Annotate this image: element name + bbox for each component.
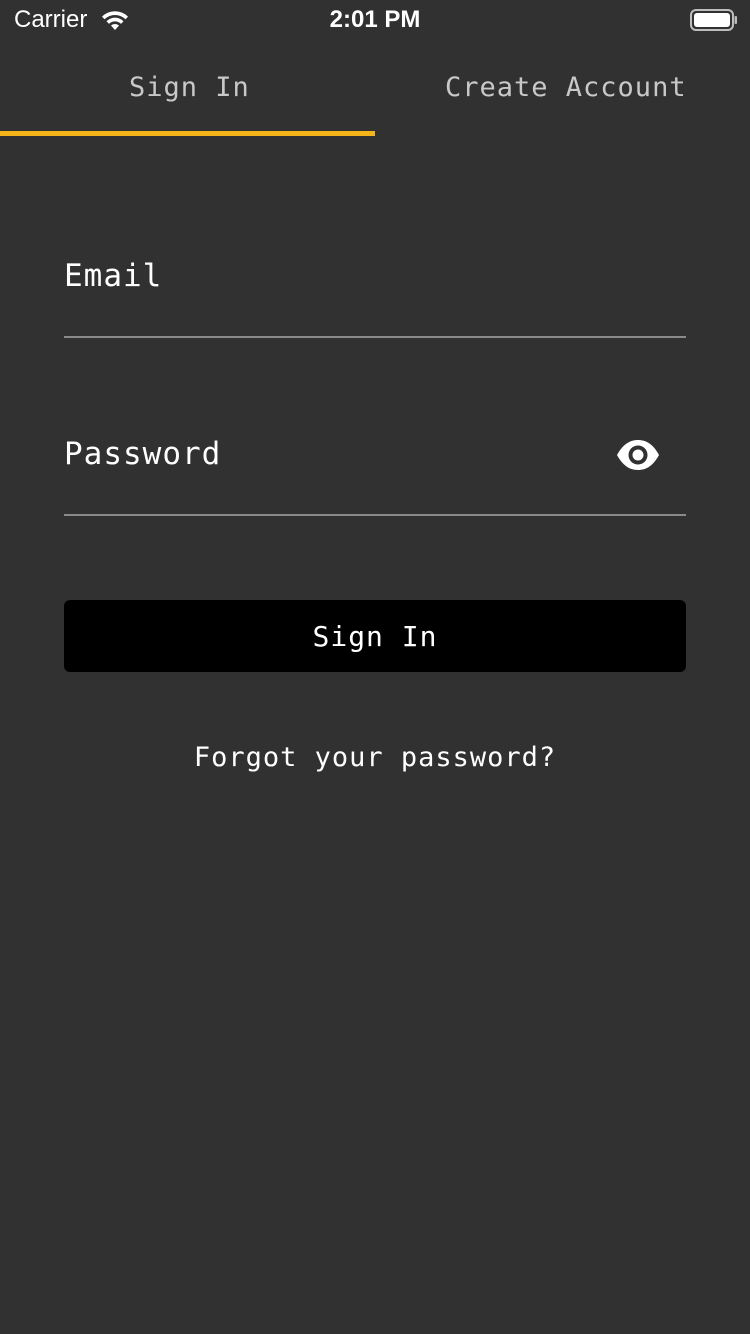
sign-in-button[interactable]: Sign In — [64, 600, 686, 672]
password-underline — [64, 514, 686, 516]
tab-create-account[interactable]: Create Account — [375, 40, 750, 136]
status-time: 2:01 PM — [329, 6, 421, 33]
selected-tab-indicator — [0, 131, 375, 136]
email-underline — [64, 336, 686, 338]
password-field — [64, 418, 686, 516]
auth-tabs: Sign In Create Account — [0, 40, 750, 136]
forgot-password-link[interactable]: Forgot your password? — [0, 738, 750, 778]
tab-create-account-label: Create Account — [445, 72, 687, 103]
eye-icon[interactable] — [615, 438, 661, 472]
email-input[interactable] — [64, 254, 604, 298]
battery-icon — [690, 9, 737, 31]
email-field — [64, 240, 686, 338]
tab-sign-in-label: Sign In — [129, 72, 250, 103]
status-bar: Carrier 2:01 PM — [0, 0, 750, 40]
sign-in-screen: Carrier 2:01 PM Sign In Create Account E… — [0, 0, 750, 1334]
tab-sign-in[interactable]: Sign In — [0, 40, 375, 136]
password-input[interactable] — [64, 432, 604, 476]
